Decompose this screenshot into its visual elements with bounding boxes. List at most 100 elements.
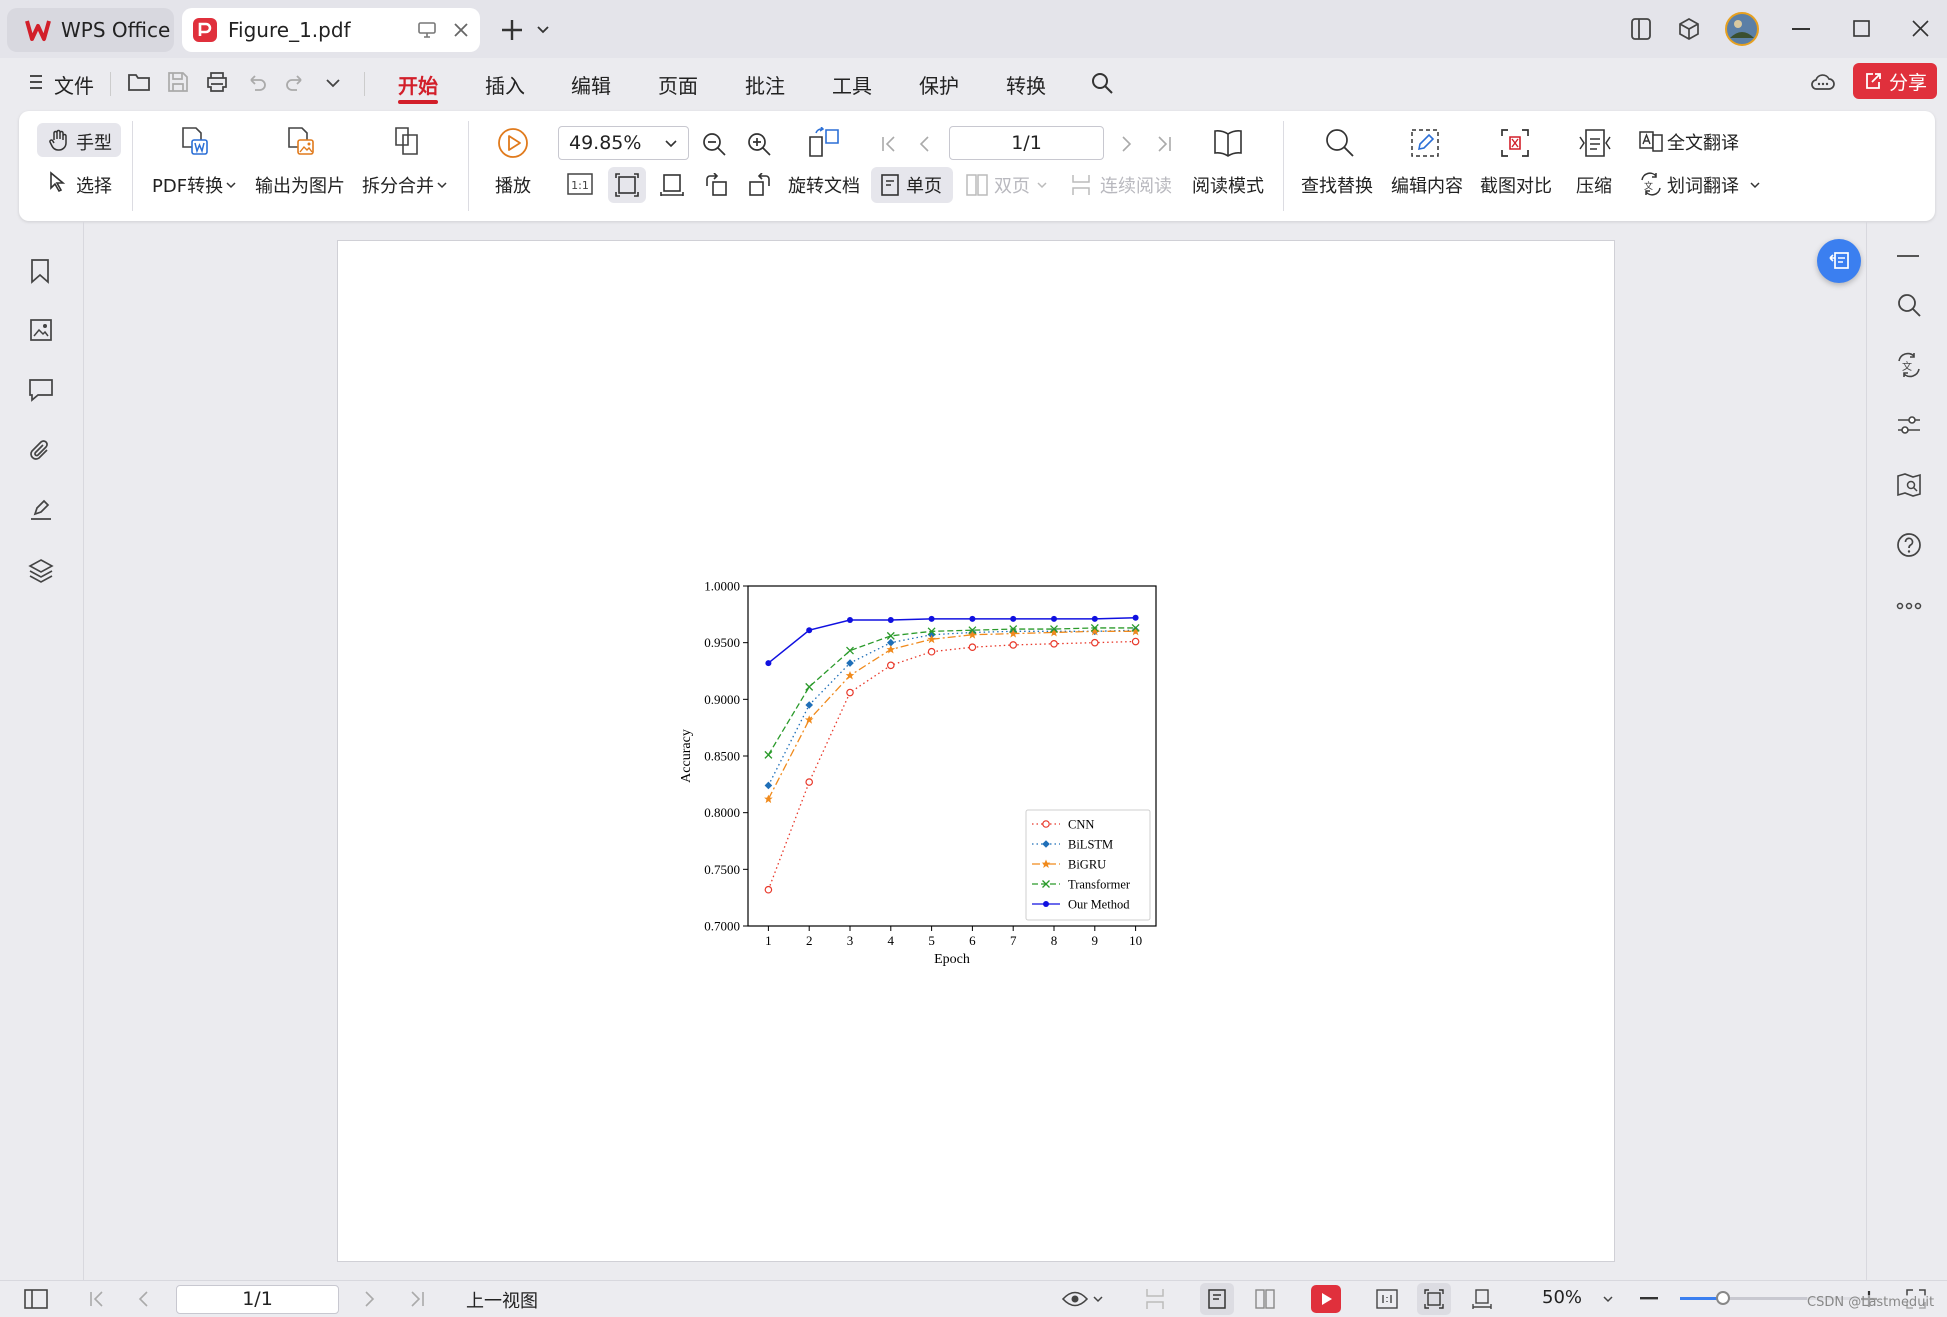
status-zoom-chevron-down-icon[interactable] [1603,1295,1613,1303]
continuous-read-icon[interactable] [1070,174,1092,196]
rotate-document-icon[interactable] [807,127,841,159]
cube-icon[interactable] [1677,17,1701,41]
minimize-window-icon[interactable] [1792,28,1810,30]
menu-tab-edit[interactable]: 编辑 [571,70,611,99]
zoom-in-icon[interactable] [746,131,772,157]
screenshot-compare-icon[interactable] [1499,127,1531,159]
continuous-read-label[interactable]: 连续阅读 [1100,172,1172,198]
zoom-slider-handle[interactable] [1716,1291,1730,1305]
rotate-left-icon[interactable] [704,173,728,197]
attachment-paperclip-icon[interactable] [29,438,53,464]
last-page-icon[interactable] [1156,136,1172,152]
cloud-sync-icon[interactable] [1810,71,1836,93]
layout-panel-icon[interactable] [1629,17,1653,41]
menu-tab-annotate[interactable]: 批注 [745,70,785,99]
split-merge-dropdown[interactable]: 拆分合并 [362,172,434,198]
bookmark-icon[interactable] [29,258,51,284]
edit-content-icon[interactable] [1409,127,1441,159]
tab-wps-office[interactable]: WPS Office [7,8,174,52]
status-continuous-icon[interactable] [1145,1288,1165,1310]
search-panel-icon[interactable] [1896,292,1922,318]
pin-desktop-icon[interactable] [417,21,437,39]
maximize-window-icon[interactable] [1853,20,1870,37]
tab-list-chevron-down-icon[interactable] [536,24,550,36]
page-number-input[interactable]: 1/1 [949,126,1104,160]
menu-tab-insert[interactable]: 插入 [485,70,525,99]
word-translate-icon[interactable]: 文 [1639,172,1663,196]
status-prev-page-icon[interactable] [138,1291,150,1307]
share-button[interactable]: 分享 [1853,63,1937,99]
file-menu[interactable]: 文件 [54,70,94,99]
redo-icon[interactable] [285,72,307,92]
status-play-button[interactable] [1311,1285,1341,1313]
first-page-icon[interactable] [881,136,897,152]
open-folder-icon[interactable] [127,71,151,93]
menu-tab-convert[interactable]: 转换 [1006,70,1046,99]
zoom-out-icon[interactable] [701,131,727,157]
eye-protect-icon[interactable] [1062,1290,1088,1308]
status-fit-width-icon[interactable] [1472,1289,1492,1309]
split-merge-icon[interactable] [392,125,422,157]
edit-content-button[interactable]: 编辑内容 [1391,172,1463,198]
next-page-icon[interactable] [1120,136,1132,152]
status-zoom-out-icon[interactable] [1640,1297,1658,1300]
status-page-input[interactable]: 1/1 [176,1285,339,1314]
find-replace-button[interactable]: 查找替换 [1301,172,1373,198]
rotate-right-icon[interactable] [748,173,772,197]
full-translate-icon[interactable] [1639,129,1663,153]
menu-tab-protect[interactable]: 保护 [919,70,959,99]
tab-figure-pdf[interactable]: Figure_1.pdf [182,8,480,52]
floating-translate-button[interactable] [1817,239,1861,283]
status-actual-size-icon[interactable] [1376,1289,1398,1309]
read-mode-book-icon[interactable] [1212,128,1244,158]
select-tool-label[interactable]: 选择 [76,172,112,198]
read-mode-button[interactable]: 阅读模式 [1192,172,1264,198]
export-image-button[interactable]: 输出为图片 [255,172,345,198]
status-next-page-icon[interactable] [363,1291,375,1307]
screenshot-compare-button[interactable]: 截图对比 [1480,172,1552,198]
play-slideshow-icon[interactable] [497,127,529,159]
undo-icon[interactable] [245,72,267,92]
status-first-page-icon[interactable] [89,1291,105,1307]
new-tab-plus-icon[interactable] [500,18,524,42]
search-icon[interactable] [1090,71,1114,95]
compress-icon[interactable] [1578,127,1612,159]
map-search-icon[interactable] [1896,472,1922,498]
more-options-icon[interactable] [1896,602,1922,610]
previous-view-button[interactable]: 上一视图 [466,1287,538,1313]
word-translate-dropdown[interactable]: 划词翻译 [1667,172,1739,198]
more-chevron-down-icon[interactable] [325,77,341,89]
status-double-page-icon[interactable] [1255,1289,1275,1309]
select-cursor-icon[interactable] [48,171,70,193]
prev-page-icon[interactable] [919,136,931,152]
rotate-document-button[interactable]: 旋转文档 [788,172,860,198]
status-zoom-value[interactable]: 50% [1542,1287,1582,1308]
help-question-icon[interactable] [1896,532,1922,558]
adjust-sliders-icon[interactable] [1896,412,1922,438]
menu-tab-tools[interactable]: 工具 [832,70,872,99]
comment-icon[interactable] [28,378,54,402]
save-icon[interactable] [167,71,189,93]
status-last-page-icon[interactable] [409,1291,425,1307]
hamburger-menu-icon[interactable] [29,73,43,91]
eye-chevron-down-icon[interactable] [1093,1295,1103,1303]
close-window-icon[interactable] [1912,20,1929,37]
compress-button[interactable]: 压缩 [1576,172,1612,198]
thumbnail-icon[interactable] [29,318,53,342]
double-page-icon[interactable] [966,174,988,196]
pdf-to-word-icon[interactable] [179,125,211,157]
zoom-select[interactable]: 49.85% [558,126,689,160]
full-translate-button[interactable]: 全文翻译 [1667,129,1739,155]
fit-width-icon[interactable] [660,173,684,197]
actual-size-icon[interactable]: 1:1 [567,173,593,195]
double-page-label[interactable]: 双页 [994,172,1030,198]
translate-panel-icon[interactable]: 文 [1896,352,1922,378]
play-button[interactable]: 播放 [495,172,531,198]
user-avatar[interactable] [1725,12,1759,46]
layers-icon[interactable] [28,558,54,584]
close-tab-icon[interactable] [453,22,469,38]
menu-tab-page[interactable]: 页面 [658,70,698,99]
collapse-dash-icon[interactable] [1897,255,1919,257]
toggle-sidebar-icon[interactable] [24,1289,48,1309]
export-image-icon[interactable] [285,125,317,157]
